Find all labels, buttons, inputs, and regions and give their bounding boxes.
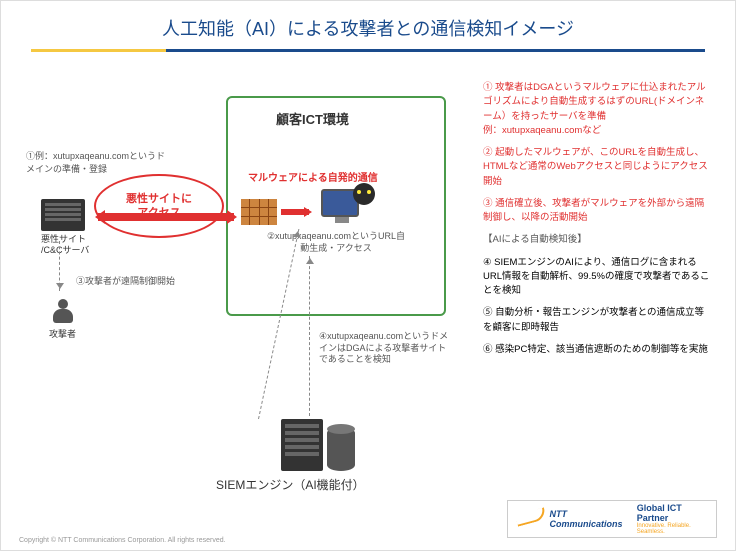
malware-icon (353, 183, 375, 205)
note-4: ④xutupxaqeanu.comというドメインはDGAによる攻撃者サイトである… (319, 331, 449, 366)
step-4: ④ SIEMエンジンのAIにより、通信ログに含まれるURL情報を自動解析、99.… (483, 256, 713, 299)
step-1: ① 攻撃者はDGAというマルウェアに仕込まれたアルゴリズムにより自動生成するはず… (483, 81, 713, 138)
logo-box: NTT Communications Global ICT Partner In… (507, 500, 717, 538)
firewall-icon (241, 199, 277, 225)
title-underline (31, 49, 705, 52)
siem-server-icon (281, 419, 323, 471)
arrow-right-icon (281, 207, 317, 217)
tagline: Innovative. Reliable. Seamless. (637, 523, 708, 535)
malicious-site: 悪性サイト /C&Cサーバ (41, 199, 89, 256)
malware-comm-label: マルウェアによる自発的通信 (248, 169, 378, 184)
note-1: ①例：xutupxaqeanu.comというドメインの準備・登録 (26, 149, 166, 175)
note-3: ③攻撃者が遠隔制御開始 (76, 274, 175, 287)
copyright: Copyright © NTT Communications Corporati… (19, 537, 226, 544)
steps-subhead: 【AIによる自動検知後】 (483, 233, 713, 247)
step-6: ⑥ 感染PC特定、該当通信遮断のための制御等を実施 (483, 343, 713, 357)
access-highlight: 悪性サイトに アクセス (94, 174, 224, 238)
server-icon (41, 199, 85, 231)
swoosh-icon (516, 511, 542, 527)
siem-engine (281, 419, 355, 471)
ict-label: 顧客ICT環境 (276, 109, 349, 128)
person-icon (50, 299, 76, 325)
partner-title: Global ICT Partner (637, 503, 682, 523)
slide-title: 人工知能（AI）による攻撃者との通信検知イメージ (1, 1, 735, 49)
diagram-canvas: ①例：xutupxaqeanu.comというドメインの準備・登録 悪性サイト /… (26, 61, 466, 501)
slide: 人工知能（AI）による攻撃者との通信検知イメージ ①例：xutupxaqeanu… (0, 0, 736, 551)
attacker: 攻撃者 (49, 299, 76, 340)
step-3: ③ 通信確立後、攻撃者がマルウェアを外部から遠隔制御し、以降の活動開始 (483, 197, 713, 226)
attacker-label: 攻撃者 (49, 327, 76, 340)
database-icon (327, 427, 355, 471)
arrow-down-icon (59, 241, 61, 291)
step-2: ② 起動したマルウェアが、このURLを自動生成し、HTMLなど通常のWebアクセ… (483, 146, 713, 189)
malicious-site-label: 悪性サイト /C&Cサーバ (41, 234, 89, 256)
brand-name: NTT Communications (550, 509, 629, 529)
steps-column: ① 攻撃者はDGAというマルウェアに仕込まれたアルゴリズムにより自動生成するはず… (483, 81, 713, 365)
siem-label: SIEMエンジン（AI機能付） (216, 476, 365, 493)
step-5: ⑤ 自動分析・報告エンジンが攻撃者との通信成立等を顧客に即時報告 (483, 306, 713, 335)
partner-tag: Global ICT Partner Innovative. Reliable.… (637, 503, 708, 535)
